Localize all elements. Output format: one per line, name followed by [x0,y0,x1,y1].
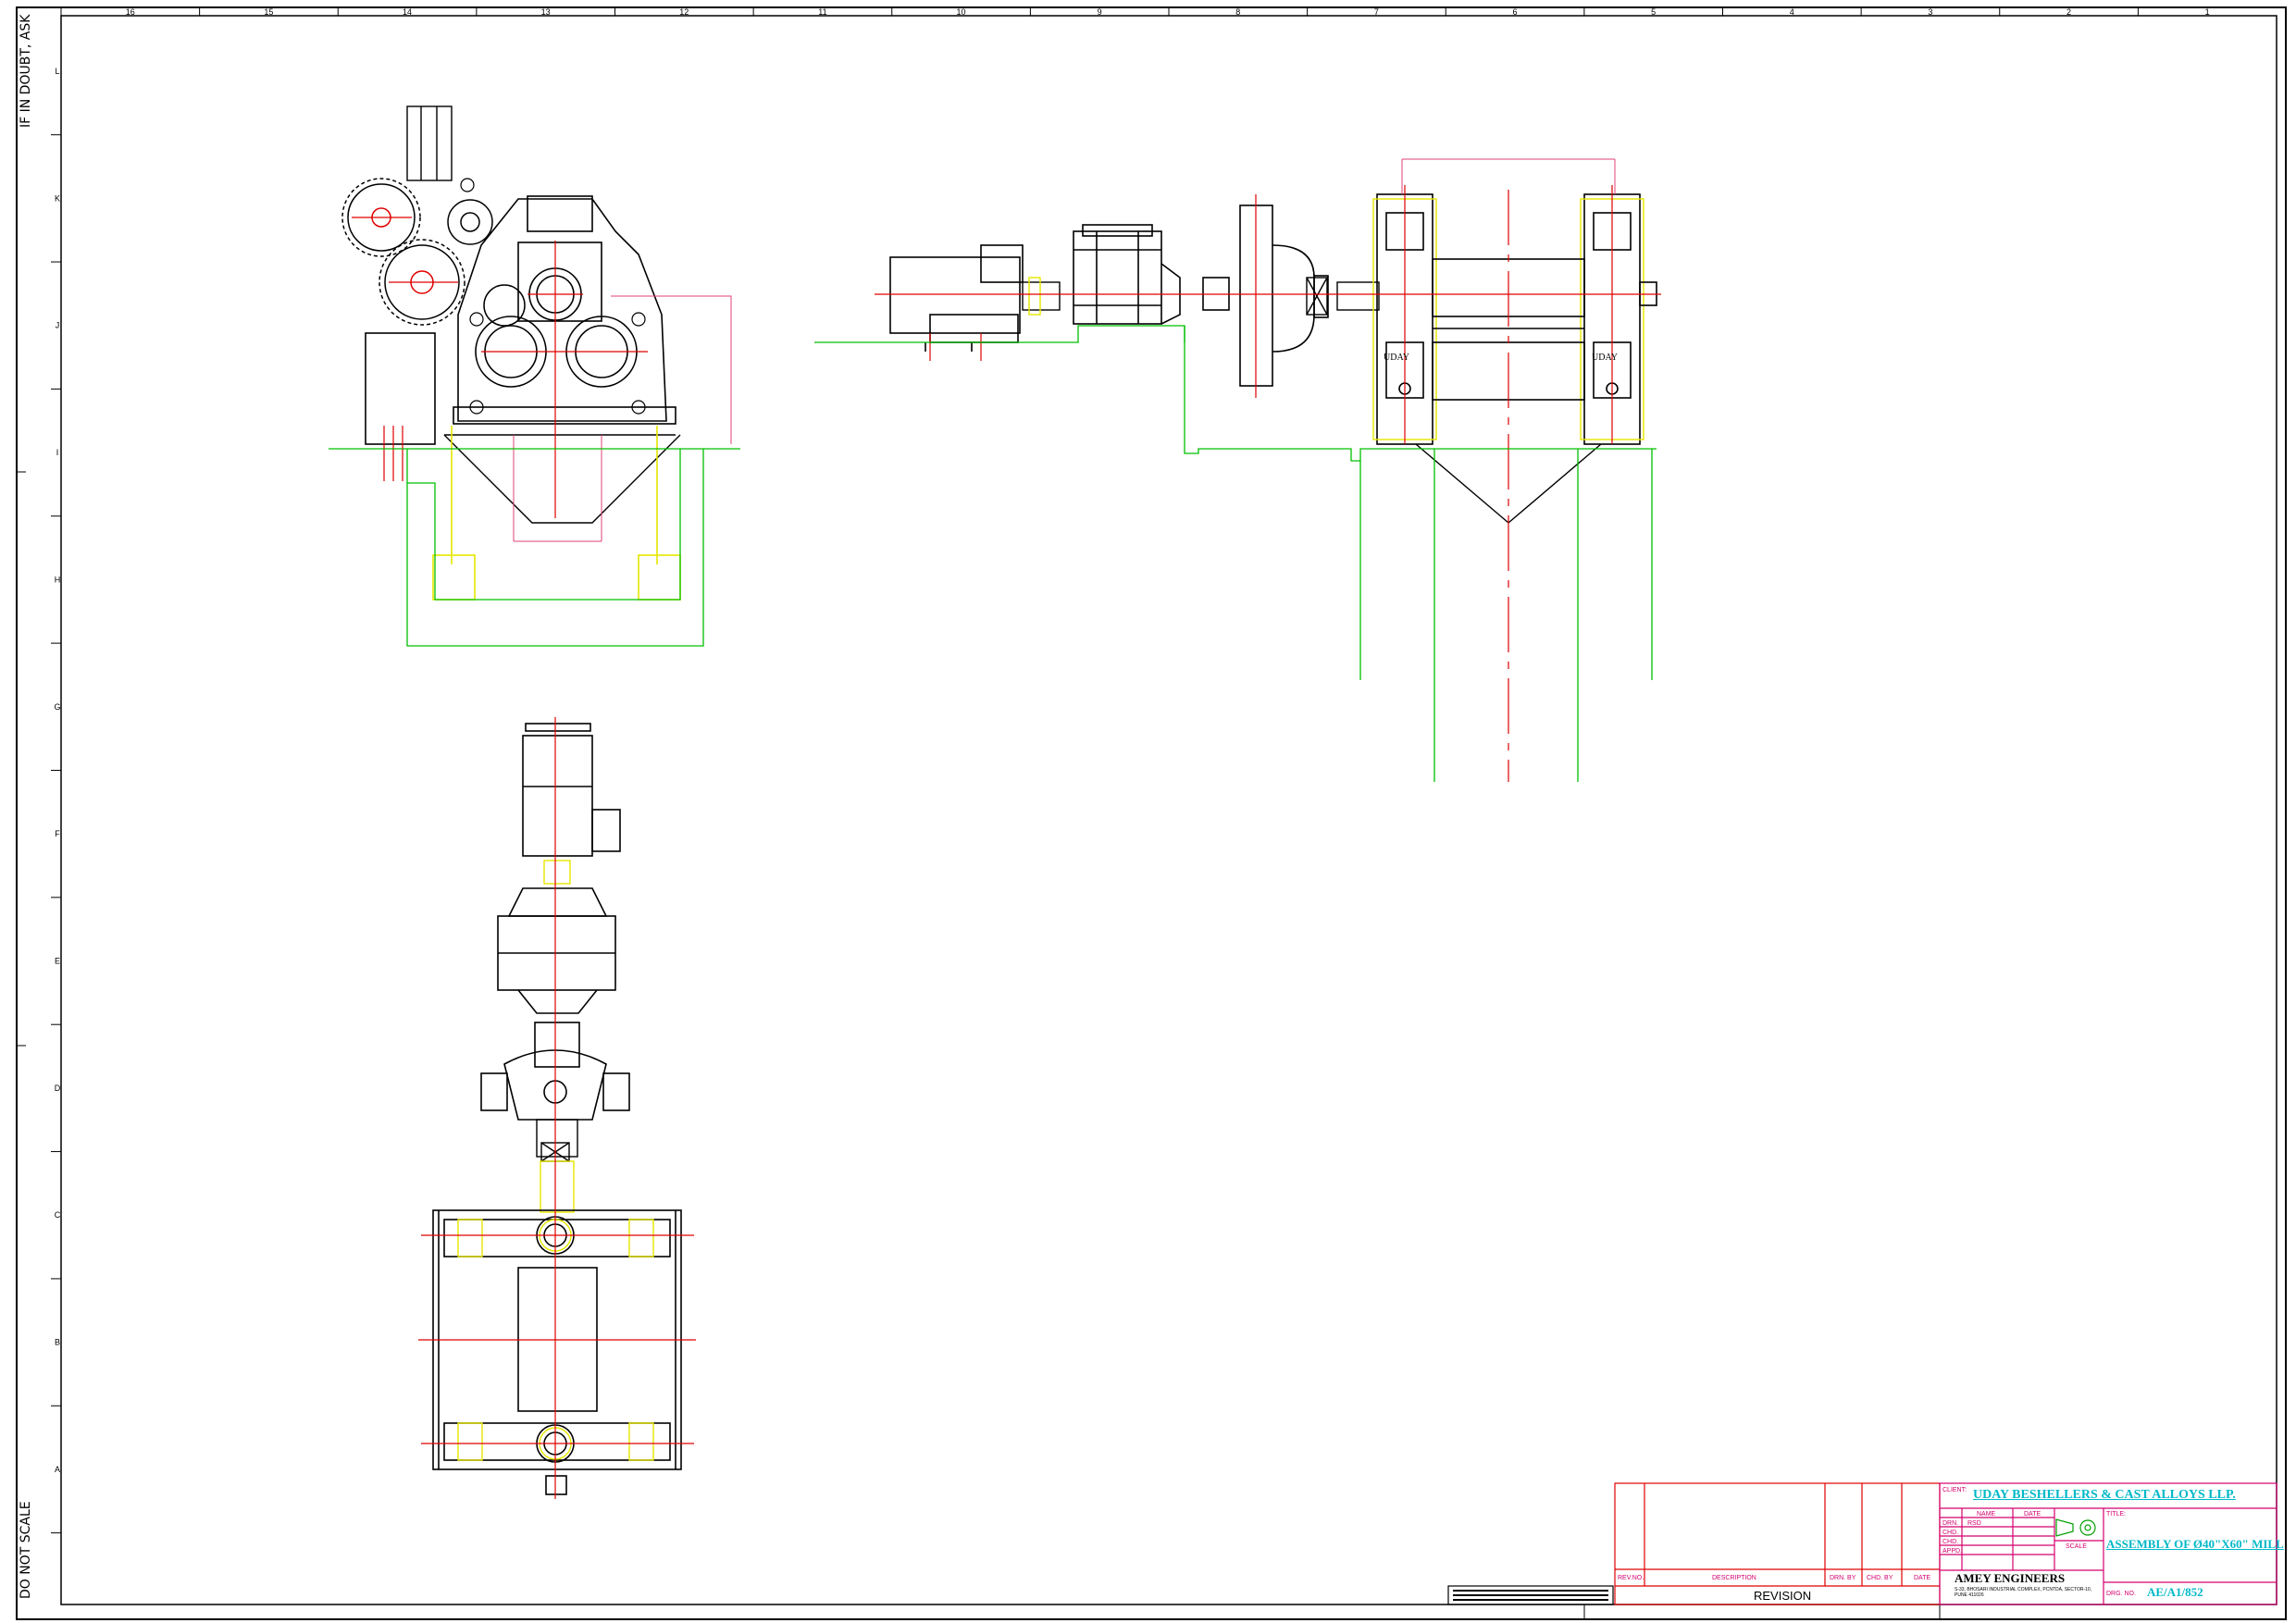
zone-label-column: 13 [541,7,551,17]
centre-lines-plan [418,717,696,1499]
rev-description-header: DESCRIPTION [1712,1575,1756,1581]
foundation-hopper-side [443,434,681,524]
plan-mill-frame [432,1209,682,1495]
zone-label-column: 1 [2205,7,2210,17]
row-chd-1: CHD. [1942,1530,1959,1536]
zone-label-row: H [55,575,61,584]
feed-chute [406,105,453,181]
foundation-outline-side [329,448,740,647]
revision-footer: REVISION [1754,1589,1812,1603]
zone-label-column: 8 [1235,7,1240,17]
mill-housing [365,195,676,445]
centre-lines-front [875,185,1661,782]
dimension-lines-front [1401,158,1616,194]
zone-label-row: B [55,1338,60,1347]
centre-lines-side [352,217,648,518]
zone-label-row: E [55,957,60,966]
work-rolls [1432,258,1657,401]
drawing-number: AE/A1/852 [2147,1585,2203,1599]
drg-no-label: DRG. NO. [2106,1591,2136,1597]
note-if-in-doubt: IF IN DOUBT, ASK [19,14,33,128]
row-chd-2: CHD. [1942,1539,1959,1545]
zone-ticks-top [199,7,2139,16]
company-name: AMEY ENGINEERS [1955,1571,2066,1585]
zone-label-column: 14 [403,7,412,17]
side-elevation-view [329,105,740,647]
zone-label-row: L [55,67,59,76]
zone-label-column: 5 [1651,7,1656,17]
mill-stand-right-label: UDAY [1592,353,1618,363]
zone-label-column: 9 [1098,7,1102,17]
zone-label-row: J [56,321,60,330]
date-header: DATE [2024,1511,2042,1518]
plan-motor [522,723,621,857]
rev-drn-by-header: DRN. BY [1830,1575,1856,1581]
title-label: TITLE: [2106,1511,2127,1518]
drive-motor [889,244,1024,352]
zone-label-column: 12 [679,7,689,17]
zone-label-column: 10 [957,7,966,17]
zone-label-column: 6 [1513,7,1518,17]
motor-coupling [1022,277,1061,316]
rev-chd-by-header: CHD. BY [1867,1575,1893,1581]
anchor-bolts-side [432,426,681,601]
zone-label-row: F [55,829,60,838]
zone-label-row: D [55,1084,61,1093]
rev-no-header: REV.NO. [1618,1575,1644,1581]
zone-label-row: A [55,1465,60,1474]
company-address: S-33, BHOSARI INDUSTRIAL COMPLEX, PCNTDA… [1955,1587,2092,1598]
plan-coupling [543,860,571,885]
gearbox [1073,224,1181,325]
front-elevation-view [814,158,1661,782]
zone-label-column: 11 [818,7,826,17]
zone-label-column: 15 [264,7,273,17]
row-drn: DRN. [1942,1520,1959,1527]
projection-symbol-icon [2055,1518,2096,1537]
zone-label-column: 4 [1790,7,1794,17]
plan-spindle [536,1119,578,1213]
universal-spindle [1306,277,1380,316]
rev-date-header: DATE [1914,1575,1931,1581]
client-label: CLIENT: [1942,1487,1967,1493]
zone-label-row: C [55,1210,61,1220]
foundation-outline-front [814,325,1657,782]
plan-view [418,717,696,1499]
name-header: NAME [1977,1511,1996,1518]
mill-stand-left-label: UDAY [1384,353,1409,363]
scale-label: SCALE [2066,1543,2087,1550]
engineering-drawing-sheet: 16 15 14 13 12 11 10 9 8 7 6 5 4 3 2 1 L K J I H G F E D C B A [16,6,2287,1620]
plan-gearbox [497,887,616,1014]
drn-name: RSD [1967,1520,1981,1527]
zone-label-row: G [54,702,60,712]
row-appd: APPD. [1942,1548,1963,1555]
client-name: UDAY BESHELLERS & CAST ALLOYS LLP. [1973,1488,2236,1502]
zone-label-column: 3 [1928,7,1932,17]
zone-label-row: I [56,448,59,457]
pinion-stand [1202,204,1329,387]
note-do-not-scale: DO NOT SCALE [19,1501,33,1599]
drawing-title: ASSEMBLY OF Ø40"X60" MILL [2106,1537,2284,1551]
zone-label-column: 2 [2066,7,2071,17]
zone-label-column: 7 [1374,7,1379,17]
zone-label-row: K [55,193,60,203]
zone-label-column: 16 [126,7,135,17]
dimension-lines-side [513,295,732,542]
